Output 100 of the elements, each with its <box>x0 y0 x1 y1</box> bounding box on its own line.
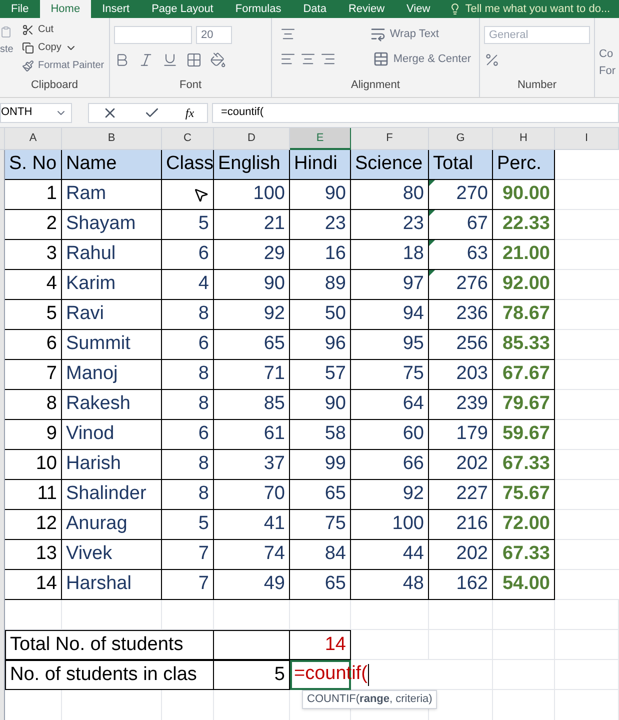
tell-me-field[interactable]: Tell me what you want to do... <box>465 0 610 18</box>
copy-button[interactable]: Copy <box>22 40 104 55</box>
format-painter-button[interactable]: Format Painter <box>22 58 104 73</box>
table-cell: 75.67 <box>493 480 555 510</box>
table-cell: 7 <box>162 570 214 600</box>
table-cell: 21 <box>214 210 290 240</box>
ribbon-tab[interactable]: Formulas <box>224 0 292 18</box>
table-cell: No. of students in clas <box>5 660 214 690</box>
table-cell: 85 <box>214 390 290 420</box>
table-cell: 202 <box>429 450 493 480</box>
formula-field[interactable]: =countif( <box>212 102 619 122</box>
column-heading: S. No <box>5 150 62 180</box>
ribbon-tab[interactable]: Page Layout <box>140 0 224 18</box>
ribbon-tab[interactable]: Home <box>40 0 92 18</box>
table-cell: 276 <box>429 270 493 300</box>
ribbon-tab[interactable]: Insert <box>91 0 141 18</box>
percent-icon[interactable] <box>484 52 500 68</box>
merge-center-button[interactable]: Merge & Center <box>373 50 471 67</box>
italic-icon[interactable] <box>138 52 154 68</box>
table-cell: 13 <box>5 540 62 570</box>
table-cell: 8 <box>162 450 214 480</box>
table-cell: 179 <box>429 420 493 450</box>
table-cell: 14 <box>5 570 62 600</box>
scissors-icon <box>22 24 34 36</box>
table-cell: 58 <box>290 420 351 450</box>
table-cell: 74 <box>214 540 290 570</box>
column-heading: Name <box>62 150 162 180</box>
paste-button[interactable]: ste <box>0 42 14 57</box>
column-header[interactable]: G <box>429 128 493 150</box>
empty-cell <box>493 630 555 660</box>
ribbon-button-label[interactable]: For <box>599 62 616 79</box>
table-cell: 60 <box>351 420 429 450</box>
underline-icon[interactable] <box>162 52 178 68</box>
ribbon-tab[interactable]: Data <box>292 0 338 18</box>
table-cell: 65 <box>290 480 351 510</box>
group-label: Number <box>516 78 558 92</box>
copy-icon <box>22 42 34 54</box>
table-cell: 71 <box>214 360 290 390</box>
function-icon[interactable]: fx <box>185 104 194 122</box>
table-cell: 54.00 <box>493 570 555 600</box>
empty-cell <box>555 660 619 690</box>
column-header[interactable]: I <box>555 128 619 150</box>
table-cell: 78.67 <box>493 300 555 330</box>
ribbon-tab[interactable]: Review <box>337 0 396 18</box>
table-cell: Anurag <box>62 510 162 540</box>
table-cell: 18 <box>351 240 429 270</box>
name-box[interactable]: ONTH <box>0 102 72 122</box>
ribbon-tab[interactable]: View <box>396 0 442 18</box>
empty-cell <box>162 600 214 630</box>
wrap-text-button[interactable]: Wrap Text <box>370 26 439 42</box>
row-header[interactable] <box>0 150 5 180</box>
table-cell: Harshal <box>62 570 162 600</box>
column-header[interactable]: C <box>162 128 214 150</box>
table-cell: 8 <box>5 390 62 420</box>
table-cell: 72.00 <box>493 510 555 540</box>
group-label: Font <box>178 78 202 92</box>
table-cell: 49 <box>214 570 290 600</box>
table-cell: Shalinder <box>62 480 162 510</box>
column-header[interactable]: B <box>62 128 162 150</box>
table-cell: 4 <box>5 270 62 300</box>
column-header[interactable]: H <box>493 128 555 150</box>
table-cell: Rahul <box>62 240 162 270</box>
table-cell: 67.67 <box>493 360 555 390</box>
table-cell: 92 <box>351 480 429 510</box>
error-indicator-icon <box>429 180 435 186</box>
empty-cell <box>429 600 493 630</box>
select-all-corner[interactable] <box>0 128 5 150</box>
table-cell: 5 <box>162 210 214 240</box>
error-indicator-icon <box>429 210 435 216</box>
table-cell: Ravi <box>62 300 162 330</box>
column-header[interactable]: E <box>290 128 351 150</box>
column-header[interactable]: F <box>351 128 429 150</box>
ribbon-button-label[interactable]: Co <box>599 46 616 62</box>
column-heading: Total <box>429 150 493 180</box>
table-cell: Vinod <box>62 420 162 450</box>
font-name-field[interactable] <box>114 26 192 44</box>
table-cell: Total No. of students <box>5 630 214 660</box>
table-cell: 8 <box>162 390 214 420</box>
column-header[interactable]: A <box>5 128 62 150</box>
table-cell: 6 <box>162 240 214 270</box>
ribbon-tab[interactable]: File <box>0 0 40 18</box>
table-cell: 21.00 <box>493 240 555 270</box>
row-header[interactable] <box>0 690 5 720</box>
table-cell: 11 <box>5 480 62 510</box>
table-cell: 80 <box>351 180 429 210</box>
table-cell: 8 <box>162 360 214 390</box>
table-cell: 9 <box>5 420 62 450</box>
borders-icon[interactable] <box>186 52 202 68</box>
table-cell: Karim <box>62 270 162 300</box>
table-cell: 12 <box>5 510 62 540</box>
function-tooltip: COUNTIF(range, criteria) <box>302 690 438 708</box>
font-size-field[interactable]: 20 <box>196 26 232 44</box>
table-cell: 6 <box>162 330 214 360</box>
column-header[interactable]: D <box>214 128 290 150</box>
fill-color-icon[interactable] <box>210 52 226 68</box>
table-cell: 97 <box>351 270 429 300</box>
table-cell: 23 <box>290 210 351 240</box>
cut-button[interactable]: Cut <box>22 22 104 37</box>
table-cell: 8 <box>162 480 214 510</box>
table-cell: 202 <box>429 540 493 570</box>
